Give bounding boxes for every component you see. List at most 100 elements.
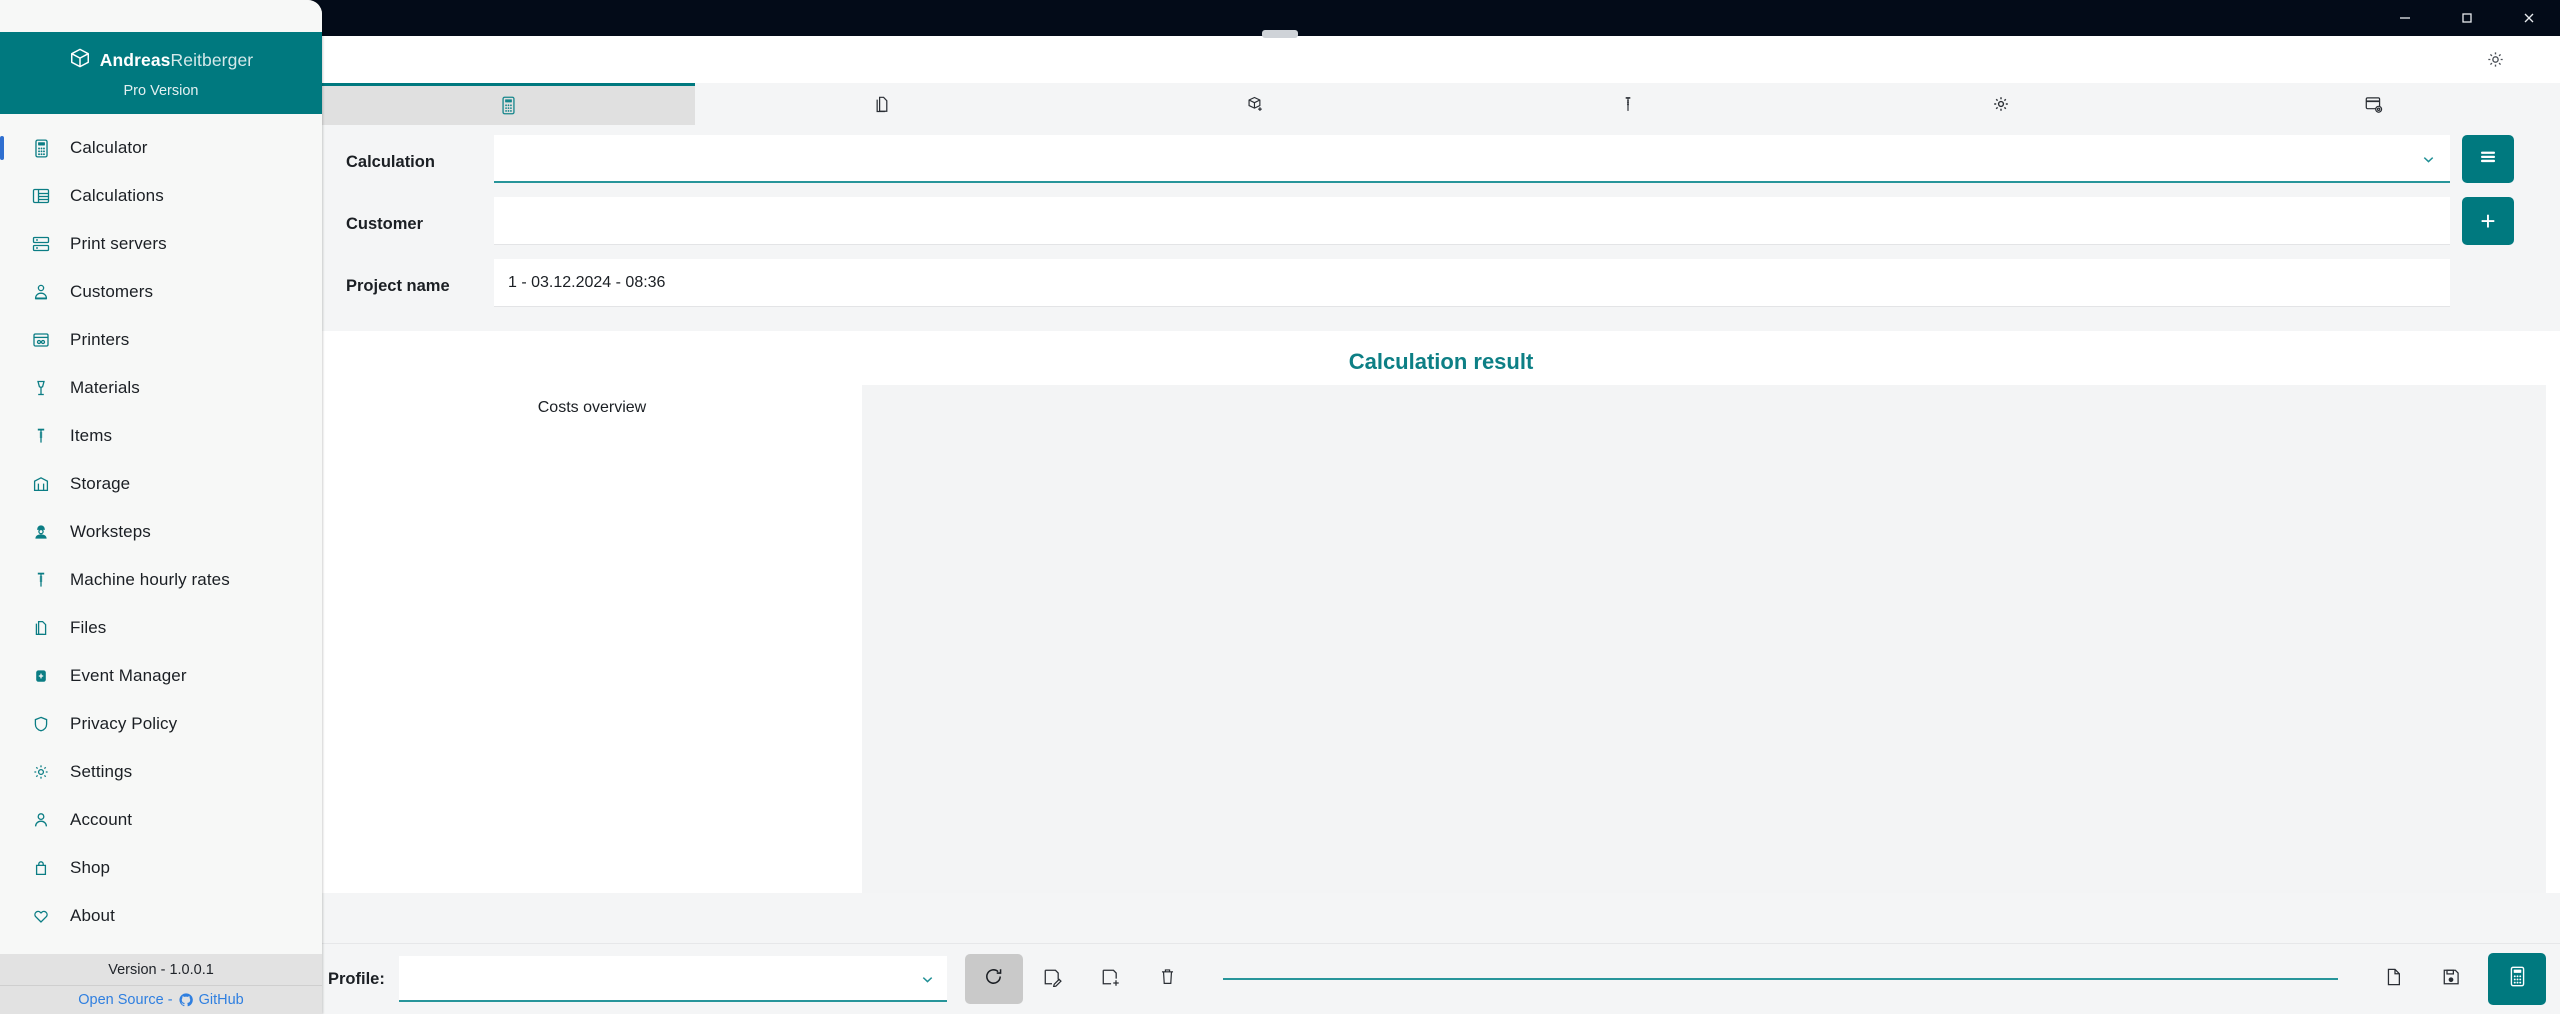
- sidebar-item-files[interactable]: Files: [0, 604, 322, 652]
- open-source-link[interactable]: Open Source - GitHub: [0, 986, 322, 1014]
- heart-icon: [30, 907, 52, 925]
- sidebar-item-account[interactable]: Account: [0, 796, 322, 844]
- result-detail-panel: [862, 385, 2546, 893]
- sidebar-item-storage[interactable]: Storage: [0, 460, 322, 508]
- customer-input[interactable]: [494, 197, 2450, 245]
- sidebar-item-label: Settings: [70, 762, 133, 781]
- trash-icon: [1158, 967, 1177, 991]
- calculation-result-body: Costs overview: [322, 385, 2560, 893]
- costs-overview-column: Costs overview: [322, 385, 862, 893]
- calculation-input[interactable]: [494, 135, 2450, 183]
- window-minimize-button[interactable]: [2374, 0, 2436, 36]
- sidebar-item-label: Account: [70, 810, 133, 829]
- calculate-button[interactable]: [2488, 953, 2546, 1005]
- file-icon: [2383, 967, 2403, 992]
- tab-documents[interactable]: [695, 83, 1068, 125]
- window-close-button[interactable]: [2498, 0, 2560, 36]
- new-file-button[interactable]: [2364, 954, 2422, 1004]
- copy-document-icon: [873, 95, 890, 114]
- cube-logo-icon: [69, 47, 91, 74]
- sidebar-item-label: Customers: [70, 282, 154, 301]
- stack-layers-icon: [2478, 147, 2498, 172]
- project-name-input[interactable]: 1 - 03.12.2024 - 08:36: [494, 259, 2450, 307]
- screw-icon: [30, 571, 52, 589]
- version-label: Version - 1.0.0.1: [0, 954, 322, 986]
- project-form: Calculation Customer + Project name 1 - …: [322, 125, 2560, 327]
- profile-select[interactable]: [398, 956, 947, 1002]
- table-icon: [30, 187, 52, 205]
- save-add-button[interactable]: [1081, 954, 1139, 1004]
- refresh-button[interactable]: [964, 954, 1023, 1004]
- github-label: GitHub: [198, 992, 244, 1008]
- chevron-down-icon[interactable]: [2421, 152, 2436, 172]
- sidebar-item-machine-hourly-rates[interactable]: Machine hourly rates: [0, 556, 322, 604]
- calculator-icon: [2509, 966, 2526, 992]
- save-edit-button[interactable]: [1023, 954, 1081, 1004]
- sidebar-item-calculator[interactable]: Calculator: [0, 124, 322, 172]
- sidebar-item-label: Event Manager: [70, 666, 187, 685]
- sidebar-item-shop[interactable]: Shop: [0, 844, 322, 892]
- costs-overview-label: Costs overview: [537, 399, 647, 416]
- worker-icon: [30, 523, 52, 541]
- sidebar-item-print-servers[interactable]: Print servers: [0, 220, 322, 268]
- window-maximize-button[interactable]: [2436, 0, 2498, 36]
- bottom-toolbar: Profile:: [322, 943, 2560, 1014]
- tab-layout[interactable]: [2187, 83, 2560, 125]
- chevron-down-icon[interactable]: [920, 972, 935, 992]
- customer-label: Customer: [346, 215, 424, 233]
- delete-button[interactable]: [1139, 954, 1197, 1004]
- sidebar-top-spacer: [0, 0, 322, 32]
- material-icon: [30, 379, 52, 397]
- sidebar-item-printers[interactable]: Printers: [0, 316, 322, 364]
- gear-icon: [30, 763, 52, 781]
- open-source-prefix: Open Source -: [78, 992, 173, 1008]
- sidebar-item-label: Items: [70, 426, 113, 445]
- floppy-disk-icon: [2441, 967, 2461, 992]
- save-edit-icon: [1042, 967, 1062, 992]
- files-icon: [30, 619, 52, 637]
- sidebar-item-privacy-policy[interactable]: Privacy Policy: [0, 700, 322, 748]
- tab-bar: [322, 83, 2560, 125]
- brand-name-light: Reitberger: [170, 50, 254, 70]
- tab-materials[interactable]: [1068, 83, 1441, 125]
- tab-settings[interactable]: [1814, 83, 2187, 125]
- edition-label: Pro Version: [123, 83, 199, 99]
- window-drag-handle[interactable]: [1262, 30, 1298, 38]
- sidebar-item-about[interactable]: About: [0, 892, 322, 940]
- sidebar-footer: Version - 1.0.0.1 Open Source - GitHub: [0, 954, 322, 1014]
- tab-calculator[interactable]: [322, 83, 695, 125]
- tab-items[interactable]: [1441, 83, 1814, 125]
- gear-icon: [1992, 95, 2010, 113]
- sidebar-item-event-manager[interactable]: Event Manager: [0, 652, 322, 700]
- sidebar-item-materials[interactable]: Materials: [0, 364, 322, 412]
- shield-icon: [30, 715, 52, 733]
- sidebar-nav-list: Calculator Calculations Print servers Cu…: [0, 114, 322, 940]
- brand-name-bold: Andreas: [99, 50, 171, 70]
- calculation-templates-button[interactable]: [2462, 135, 2514, 183]
- calculator-icon: [30, 138, 52, 158]
- content-toolbar: [322, 36, 2560, 83]
- storage-icon: [30, 475, 52, 493]
- application-window: AndreasReitberger Pro Version Calculator…: [0, 0, 2560, 1014]
- sidebar-item-label: Machine hourly rates: [70, 570, 230, 589]
- sidebar-item-customers[interactable]: Customers: [0, 268, 322, 316]
- sidebar-item-items[interactable]: Items: [0, 412, 322, 460]
- form-row-customer: Customer +: [322, 197, 2560, 259]
- event-icon: [30, 667, 52, 685]
- cube-plus-icon: [1246, 95, 1264, 114]
- sidebar-item-worksteps[interactable]: Worksteps: [0, 508, 322, 556]
- form-row-project-name: Project name 1 - 03.12.2024 - 08:36: [322, 259, 2560, 321]
- calculator-icon: [501, 96, 516, 115]
- refresh-icon: [983, 966, 1004, 992]
- save-file-button[interactable]: [2422, 954, 2480, 1004]
- toolbar-divider-line: [1222, 978, 2338, 980]
- sidebar-item-label: Storage: [70, 474, 131, 493]
- add-customer-button[interactable]: +: [2462, 197, 2514, 245]
- sidebar-item-calculations[interactable]: Calculations: [0, 172, 322, 220]
- sidebar-item-label: Privacy Policy: [70, 714, 178, 733]
- user-icon: [30, 811, 52, 829]
- sidebar-item-settings[interactable]: Settings: [0, 748, 322, 796]
- gear-icon[interactable]: [2478, 43, 2512, 77]
- sidebar-item-label: Print servers: [70, 234, 167, 253]
- sidebar-item-label: Calculator: [70, 138, 148, 157]
